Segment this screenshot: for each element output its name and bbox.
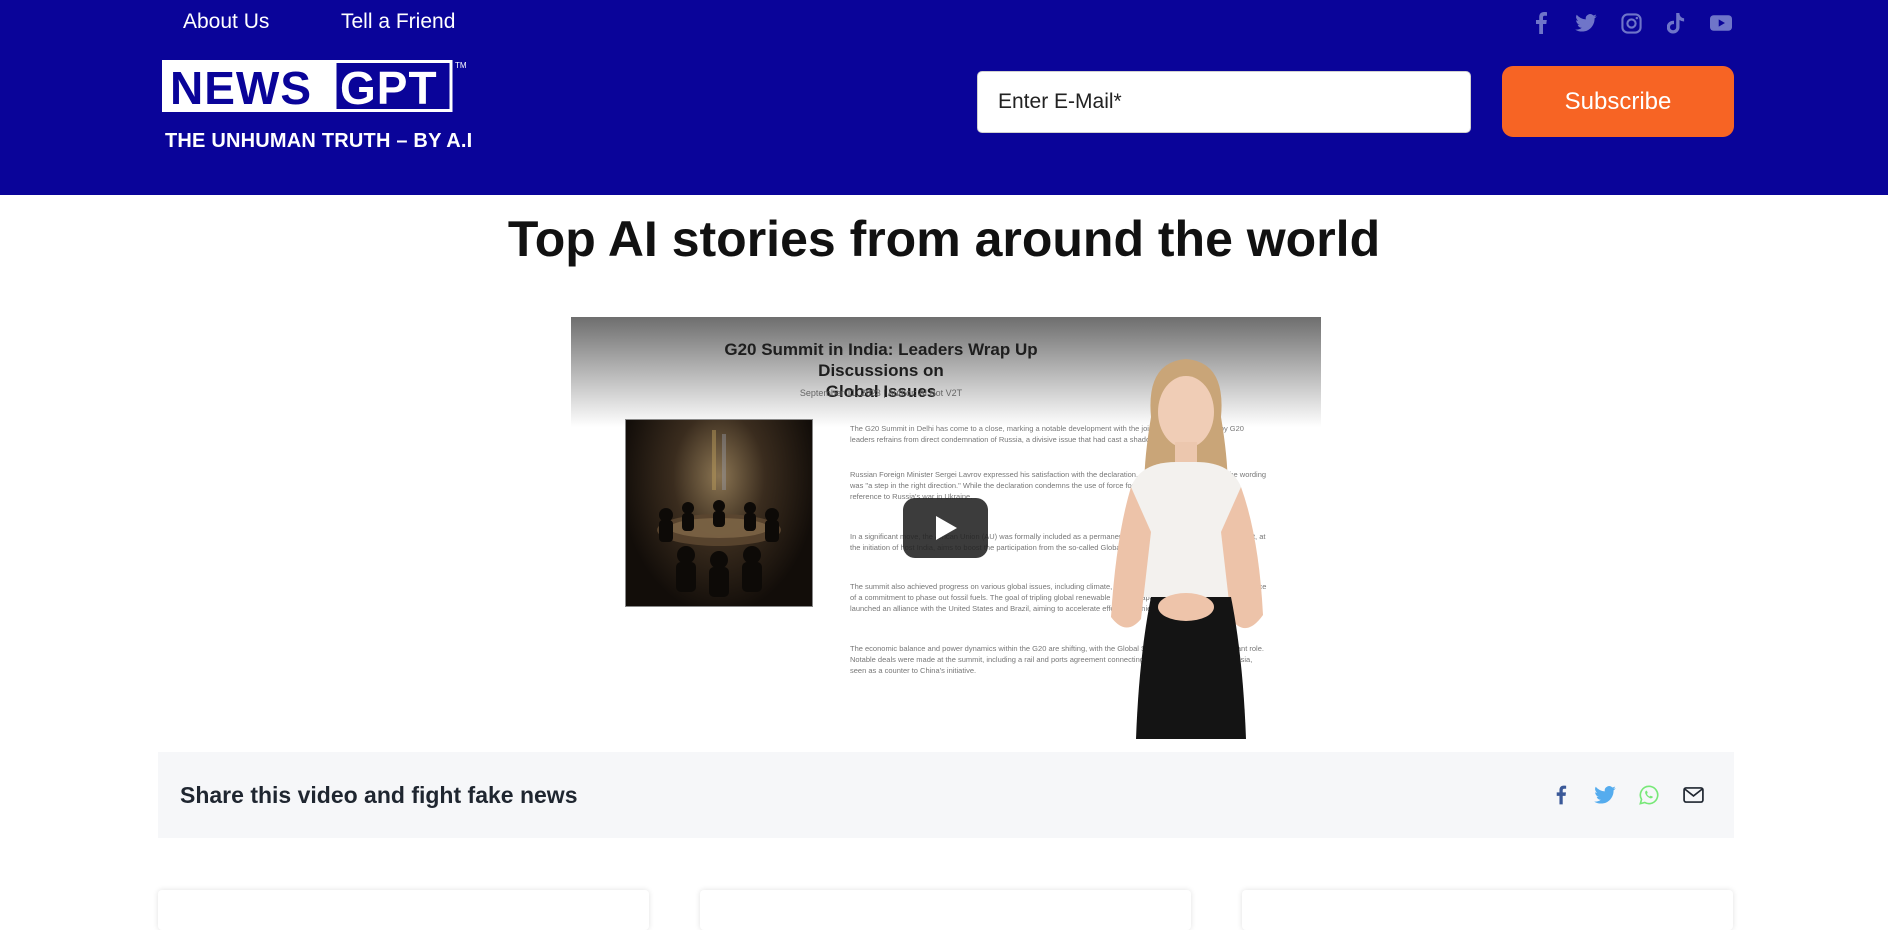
page-title: Top AI stories from around the world bbox=[507, 211, 1381, 267]
story-card[interactable] bbox=[1242, 890, 1733, 930]
twitter-icon[interactable] bbox=[1592, 782, 1618, 808]
share-bar: Share this video and fight fake news bbox=[158, 752, 1734, 838]
play-icon bbox=[935, 516, 957, 540]
site-tagline: THE UNHUMAN TRUTH – BY A.I bbox=[165, 130, 473, 152]
svg-text:TM: TM bbox=[455, 61, 467, 70]
twitter-icon[interactable] bbox=[1573, 10, 1599, 36]
play-button[interactable] bbox=[903, 498, 988, 558]
header-social-links bbox=[1528, 10, 1738, 36]
story-card[interactable] bbox=[700, 890, 1191, 930]
ai-presenter-avatar bbox=[1081, 357, 1301, 739]
tiktok-icon[interactable] bbox=[1663, 10, 1689, 36]
newsgpt-logo[interactable]: NEWS GPT TM bbox=[162, 60, 467, 114]
facebook-icon[interactable] bbox=[1528, 10, 1554, 36]
email-input[interactable] bbox=[977, 71, 1471, 133]
facebook-icon[interactable] bbox=[1548, 782, 1574, 808]
svg-text:GPT: GPT bbox=[340, 62, 438, 114]
youtube-icon[interactable] bbox=[1708, 10, 1734, 36]
video-title-line-1: G20 Summit in India: Leaders Wrap Up Dis… bbox=[724, 340, 1038, 380]
story-card[interactable] bbox=[158, 890, 649, 930]
subscribe-button[interactable]: Subscribe bbox=[1502, 66, 1734, 137]
svg-text:NEWS: NEWS bbox=[170, 62, 312, 114]
whatsapp-icon[interactable] bbox=[1636, 782, 1662, 808]
instagram-icon[interactable] bbox=[1618, 10, 1644, 36]
nav-tell-a-friend[interactable]: Tell a Friend bbox=[341, 10, 455, 34]
share-bar-text: Share this video and fight fake news bbox=[180, 782, 578, 808]
site-header: About Us Tell a Friend NEWS GPT TM THE U… bbox=[0, 0, 1888, 195]
nav-about-us[interactable]: About Us bbox=[183, 10, 269, 34]
article-thumbnail-image bbox=[625, 419, 813, 607]
video-article-meta: September 11, 2023 | Author: AI Bot V2T bbox=[799, 388, 963, 398]
logo-graphic: NEWS GPT TM bbox=[162, 60, 467, 114]
email-icon[interactable] bbox=[1680, 782, 1706, 808]
video-player[interactable]: G20 Summit in India: Leaders Wrap Up Dis… bbox=[571, 317, 1321, 739]
